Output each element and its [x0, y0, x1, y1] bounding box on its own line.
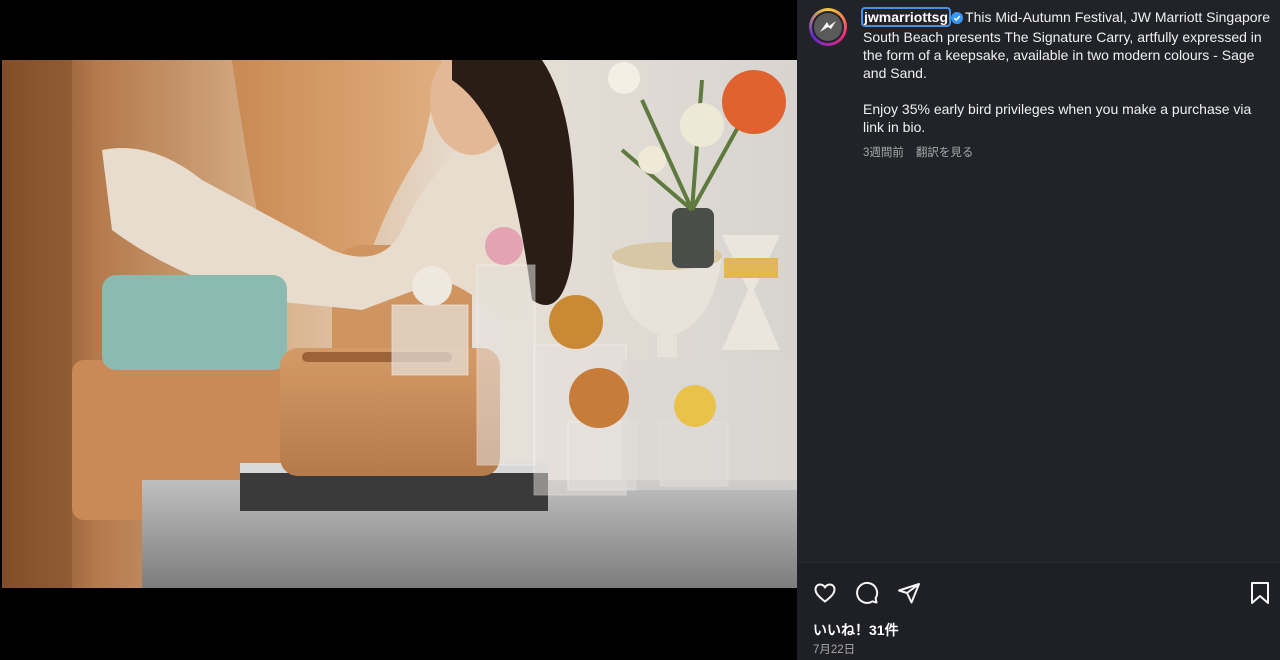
caption-row: jwmarriottsg This Mid-Autumn Festival, JW…	[809, 7, 1272, 162]
see-translation-button[interactable]: 翻訳を見る	[916, 144, 974, 162]
actions-bar: いいね！31件 7月22日	[797, 562, 1280, 660]
heart-icon[interactable]	[813, 581, 837, 605]
username-link[interactable]: jwmarriottsg	[860, 7, 952, 27]
comment-icon[interactable]	[855, 581, 879, 605]
jw-marriott-logo-icon	[814, 13, 842, 41]
time-ago[interactable]: 3週間前	[863, 144, 904, 162]
post-side-panel: jwmarriottsg This Mid-Autumn Festival, JW…	[797, 0, 1280, 660]
likes-count[interactable]: いいね！31件	[813, 620, 899, 640]
caption-text-2: Enjoy 35% early bird privileges when you…	[863, 101, 1252, 135]
avatar[interactable]	[809, 8, 847, 46]
verified-badge-icon	[951, 10, 964, 28]
caption-meta: 3週間前 翻訳を見る	[863, 144, 1272, 162]
caption-block: jwmarriottsg This Mid-Autumn Festival, JW…	[860, 7, 1272, 162]
post-date[interactable]: 7月22日	[813, 641, 855, 657]
post-photo[interactable]	[2, 60, 797, 588]
photo-illustration	[2, 60, 797, 588]
action-icons	[813, 581, 921, 605]
send-icon[interactable]	[897, 581, 921, 605]
bookmark-icon[interactable]	[1248, 581, 1272, 605]
media-pane	[0, 0, 797, 659]
avatar-ring-inner	[812, 11, 844, 43]
